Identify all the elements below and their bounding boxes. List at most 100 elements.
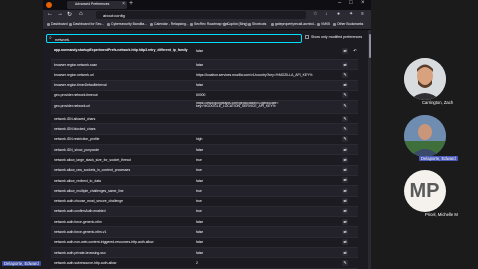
menu-icon[interactable]: ≡ xyxy=(361,11,364,17)
table-row: network.allow_redirect_to_data false ⇄ xyxy=(51,176,358,187)
bookmark-item[interactable]: Copilot (Bing) xyxy=(223,22,248,26)
bookmarks-bar: Dashboard Dashboard for Sec... Cybersecu… xyxy=(43,20,371,30)
search-input[interactable]: ⌕ network. xyxy=(46,34,302,43)
pref-name: browser.region.timerDefaultInterval xyxy=(54,83,107,88)
avatar-initials: MP xyxy=(409,179,440,202)
tab-title: Advanced Preferences xyxy=(75,2,110,6)
toggle-icon[interactable]: ⇄ xyxy=(342,187,348,194)
bookmark-item[interactable]: Other Bookmarks xyxy=(333,22,363,26)
person-icon xyxy=(403,58,446,100)
toggle-icon[interactable]: ⇄ xyxy=(342,228,348,235)
pref-name: network.auth.choose_most_secure_challeng… xyxy=(54,199,123,204)
toggle-icon[interactable]: ⇄ xyxy=(342,47,348,54)
preferences-table: app.normandy.startupExperimentPrefs.netw… xyxy=(51,46,358,269)
close-window-icon[interactable]: × xyxy=(361,0,365,6)
pref-name: app.normandy.startupExperimentPrefs.netw… xyxy=(54,47,188,52)
self-view-name: Delaporte, Edward xyxy=(2,261,41,266)
table-row: network.auth.non-web-content-triggered-r… xyxy=(51,238,358,249)
pref-name: browser.region.network.url xyxy=(54,72,94,77)
bookmark-item[interactable]: gatepropertyrecall.acrnbd... xyxy=(271,22,316,26)
edit-icon[interactable]: ✎ xyxy=(342,115,348,122)
toggle-icon[interactable]: ⇄ xyxy=(342,239,348,246)
participant-name: Pricel, Michelle M xyxy=(425,212,458,217)
toggle-icon[interactable]: ⇄ xyxy=(342,198,348,205)
bookmark-icon xyxy=(47,22,50,26)
firefox-icon xyxy=(46,2,52,8)
edit-icon[interactable]: ✎ xyxy=(342,102,348,109)
downloads-icon[interactable]: ↓ xyxy=(325,11,328,17)
person-icon xyxy=(403,115,446,157)
table-row: network.allow_large_stack_size_for_socke… xyxy=(51,155,358,166)
bookmark-item[interactable]: VM05 xyxy=(317,22,330,26)
table-row: network.auth.subresource-http-auth-allow… xyxy=(51,258,358,269)
toggle-icon[interactable]: ⇄ xyxy=(342,208,348,215)
checkbox-box[interactable] xyxy=(305,35,309,40)
bookmark-icon xyxy=(317,22,320,26)
edit-icon[interactable]: ✎ xyxy=(342,136,348,143)
reset-icon[interactable]: ↶ xyxy=(352,48,358,54)
reload-icon[interactable]: ↻ xyxy=(67,11,72,18)
avatar[interactable]: MP xyxy=(403,170,446,212)
account-icon[interactable]: ● xyxy=(337,11,340,17)
pref-name: browser.region.network.scan xyxy=(54,62,98,67)
search-icon: ⌕ xyxy=(49,35,52,41)
close-icon[interactable]: × xyxy=(122,1,125,7)
pref-name: network.IDN.restriction_profile xyxy=(54,137,100,142)
pref-name: network.IDN_show_punycode xyxy=(54,147,100,152)
toggle-icon[interactable]: ⇄ xyxy=(342,218,348,225)
toggle-icon[interactable]: ⇄ xyxy=(342,82,348,89)
pref-value: false xyxy=(196,230,204,235)
pref-value: false xyxy=(196,147,204,152)
bookmark-item[interactable]: Calendar - Relapsing... xyxy=(150,22,189,26)
pref-value: false xyxy=(196,83,204,88)
toggle-icon[interactable]: ⇄ xyxy=(342,177,348,184)
home-icon[interactable]: ⌂ xyxy=(79,11,83,17)
bookmark-icon xyxy=(271,22,274,26)
edit-icon[interactable]: ✎ xyxy=(342,92,348,99)
forward-icon[interactable]: → xyxy=(57,11,63,17)
pref-name: network.auth.force-generic-ntlm-v1 xyxy=(54,230,107,235)
toggle-icon[interactable]: ⇄ xyxy=(342,146,348,153)
bookmark-item[interactable]: Cybersecurity Bandita... xyxy=(107,22,147,26)
pref-value: false xyxy=(196,240,204,245)
edit-icon[interactable]: ✎ xyxy=(342,125,348,132)
show-modified-checkbox[interactable]: Show only modified preferences xyxy=(305,35,362,40)
back-icon[interactable]: ← xyxy=(47,11,53,17)
maximize-icon[interactable]: □ xyxy=(349,0,353,6)
table-row: browser.region.network.scan false ⇄ xyxy=(51,60,358,71)
pref-name: geo.provider.network.timeout xyxy=(54,93,98,98)
star-icon[interactable]: ☆ xyxy=(313,11,317,17)
pref-value: true xyxy=(196,168,202,173)
edit-icon[interactable]: ✎ xyxy=(342,259,348,266)
toggle-icon[interactable]: ⇄ xyxy=(342,167,348,174)
about-config-page: ⌕ network. Show only modified preference… xyxy=(43,30,371,269)
bookmark-icon xyxy=(69,22,72,26)
bookmark-icon xyxy=(248,22,251,26)
pref-value: high xyxy=(196,137,203,142)
new-tab-icon[interactable]: + xyxy=(129,0,133,7)
shared-screen: Advanced Preferences × + – □ × ← → ↻ ⌂ a… xyxy=(43,0,371,269)
pref-value: https://location.services.mozilla.com/v1… xyxy=(196,72,313,77)
url-bar[interactable]: about:config xyxy=(96,11,306,19)
tab-advanced-preferences[interactable]: Advanced Preferences × xyxy=(67,1,127,9)
table-row: app.normandy.startupExperimentPrefs.netw… xyxy=(51,46,358,60)
toggle-icon[interactable]: ⇄ xyxy=(342,249,348,256)
pref-value: false xyxy=(196,48,204,53)
bookmark-item[interactable]: Dashboard for Sec... xyxy=(69,22,104,26)
bookmark-icon xyxy=(223,22,226,26)
toggle-icon[interactable]: ⇄ xyxy=(342,61,348,68)
bookmark-item[interactable]: Shortcuts xyxy=(248,22,266,26)
pref-value: 60000 xyxy=(196,93,206,98)
edit-icon[interactable]: ✎ xyxy=(342,71,348,78)
toggle-icon[interactable]: ⇄ xyxy=(342,156,348,163)
avatar[interactable] xyxy=(403,58,446,100)
extensions-icon[interactable]: ✦ xyxy=(349,11,353,17)
minimize-icon[interactable]: – xyxy=(338,0,341,6)
pref-value: 2 xyxy=(196,260,198,265)
bookmark-item[interactable]: Dashboard xyxy=(47,22,68,26)
avatar[interactable] xyxy=(403,115,446,157)
table-row: geo.provider.network.url https://www.goog… xyxy=(51,101,358,115)
participant-gallery: Carrington, Zach Delaporte, Edward MP Pr… xyxy=(371,0,478,269)
pref-value: false xyxy=(196,250,204,255)
pref-name: network.auth.non-web-content-triggered-r… xyxy=(54,240,154,245)
